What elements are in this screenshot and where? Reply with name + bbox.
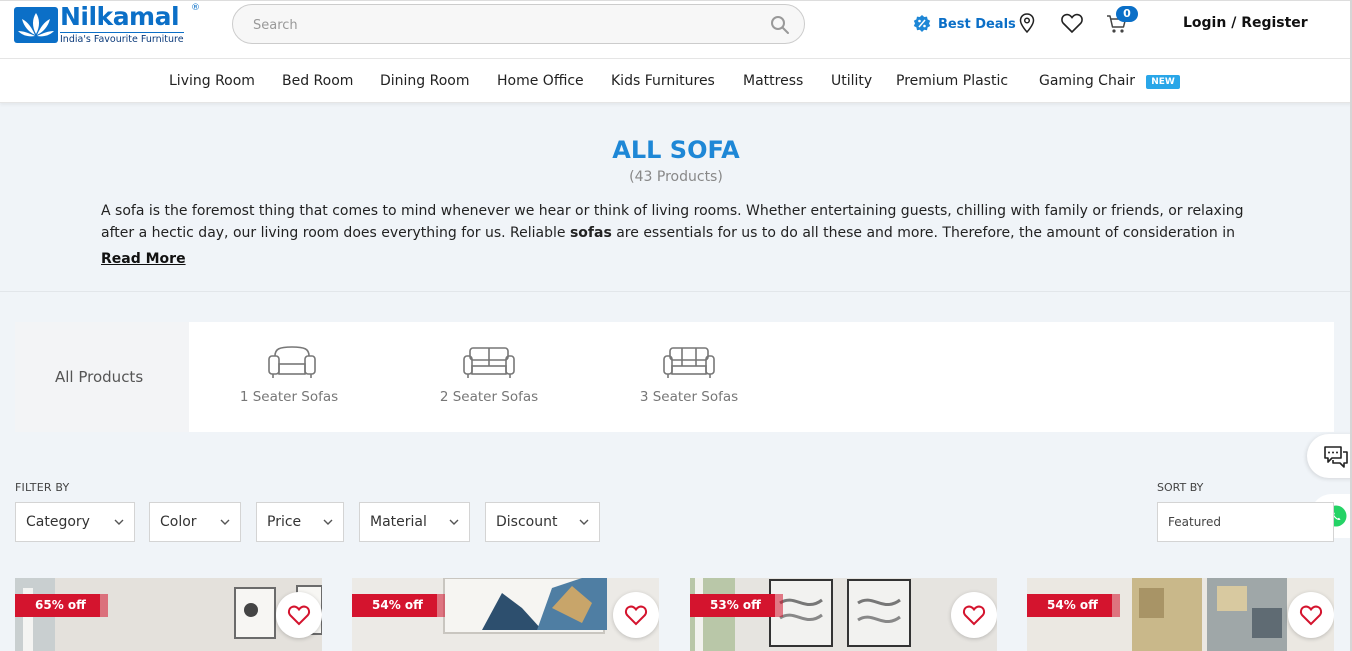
chevron-down-icon <box>114 519 124 525</box>
add-to-wishlist-button[interactable] <box>1288 592 1334 638</box>
description-keyword: sofas <box>569 225 612 241</box>
subcategory-label: 3 Seater Sofas <box>639 389 739 405</box>
chevron-down-icon <box>220 519 230 525</box>
subcategory-label: 1 Seater Sofas <box>239 389 339 405</box>
site-header: Nilkamal ® India's Favourite Furniture B… <box>0 0 1352 58</box>
discount-badge: 53% off <box>690 594 783 617</box>
registered-mark: ® <box>191 3 200 13</box>
logo-tagline: India's Favourite Furniture <box>60 32 184 45</box>
chevron-down-icon <box>449 519 459 525</box>
product-card[interactable]: 65% off <box>15 578 322 651</box>
all-products-label: All Products <box>55 368 144 386</box>
description-text-continued: are essentials for us to do all these an… <box>611 225 1235 241</box>
sort-value: Featured <box>1168 515 1221 529</box>
nilkamal-logo[interactable]: Nilkamal ® India's Favourite Furniture <box>14 2 200 47</box>
product-card[interactable]: 54% off <box>352 578 659 651</box>
nav-item-premium-plastic[interactable]: Premium Plastic <box>896 73 1008 89</box>
filter-label: Material <box>370 514 427 530</box>
all-products-tab[interactable]: All Products <box>15 322 189 432</box>
section-divider <box>0 291 1352 292</box>
subcategory-3-seater[interactable]: 3 Seater Sofas <box>619 322 759 432</box>
lotus-logo-icon <box>14 7 58 43</box>
discount-badge-icon <box>913 15 931 32</box>
best-deals-link[interactable]: Best Deals <box>912 13 1016 35</box>
filter-color-dropdown[interactable]: Color <box>149 502 241 542</box>
filter-category-dropdown[interactable]: Category <box>15 502 135 542</box>
cart-count-badge: 0 <box>1116 6 1138 22</box>
filter-discount-dropdown[interactable]: Discount <box>485 502 600 542</box>
filter-label: Discount <box>496 514 558 530</box>
best-deals-label: Best Deals <box>938 16 1016 32</box>
location-pin-icon[interactable] <box>1016 12 1038 34</box>
filter-label: Category <box>26 514 90 530</box>
filter-label: Color <box>160 514 197 530</box>
discount-badge: 65% off <box>15 594 108 617</box>
discount-badge: 54% off <box>1027 594 1120 617</box>
product-count: (43 Products) <box>629 169 723 185</box>
category-description: A sofa is the foremost thing that comes … <box>101 200 1251 244</box>
single-seater-sofa-icon <box>268 346 316 378</box>
heart-icon <box>1299 605 1323 626</box>
heart-icon <box>962 605 986 626</box>
category-nav: Living Room Bed Room Dining Room Home Of… <box>0 58 1352 103</box>
filter-material-dropdown[interactable]: Material <box>359 502 470 542</box>
read-more-link[interactable]: Read More <box>101 251 186 267</box>
subcategory-panel: All Products 1 Seater Sofas 2 Seater Sof… <box>15 322 1334 432</box>
heart-icon <box>624 605 648 626</box>
product-card[interactable]: 53% off <box>690 578 997 651</box>
nav-item-living-room[interactable]: Living Room <box>169 73 255 89</box>
add-to-wishlist-button[interactable] <box>613 592 659 638</box>
new-badge: NEW <box>1146 75 1180 89</box>
sort-by-label: SORT BY <box>1157 481 1204 494</box>
nav-item-bed-room[interactable]: Bed Room <box>282 73 353 89</box>
chat-bubbles-icon <box>1324 446 1348 468</box>
nav-item-mattress[interactable]: Mattress <box>743 73 803 89</box>
add-to-wishlist-button[interactable] <box>951 592 997 638</box>
nav-item-home-office[interactable]: Home Office <box>497 73 584 89</box>
nav-item-kids-furnitures[interactable]: Kids Furnitures <box>611 73 715 89</box>
search-icon[interactable] <box>770 15 790 35</box>
sort-dropdown[interactable]: Featured <box>1157 502 1334 542</box>
add-to-wishlist-button[interactable] <box>276 592 322 638</box>
nav-item-gaming-chair[interactable]: Gaming Chair <box>1039 73 1135 89</box>
three-seater-sofa-icon <box>663 347 715 378</box>
page-title: ALL SOFA <box>612 136 740 164</box>
chat-button[interactable] <box>1307 434 1352 478</box>
subcategory-1-seater[interactable]: 1 Seater Sofas <box>219 322 359 432</box>
chevron-down-icon <box>579 519 589 525</box>
logo-wordmark: Nilkamal <box>60 2 180 31</box>
search-bar <box>232 4 805 44</box>
discount-badge: 54% off <box>352 594 445 617</box>
subcategory-2-seater[interactable]: 2 Seater Sofas <box>419 322 559 432</box>
filter-label: Price <box>267 514 302 530</box>
login-register-link[interactable]: Login / Register <box>1183 15 1308 31</box>
chevron-down-icon <box>323 519 333 525</box>
filter-by-label: FILTER BY <box>15 481 70 494</box>
wishlist-heart-icon[interactable] <box>1060 12 1084 34</box>
nav-item-utility[interactable]: Utility <box>831 73 872 89</box>
product-card[interactable]: 54% off <box>1027 578 1334 651</box>
heart-icon <box>287 605 311 626</box>
search-input[interactable] <box>253 14 753 36</box>
nav-item-dining-room[interactable]: Dining Room <box>380 73 470 89</box>
subcategory-label: 2 Seater Sofas <box>439 389 539 405</box>
filter-price-dropdown[interactable]: Price <box>256 502 344 542</box>
two-seater-sofa-icon <box>463 347 515 378</box>
